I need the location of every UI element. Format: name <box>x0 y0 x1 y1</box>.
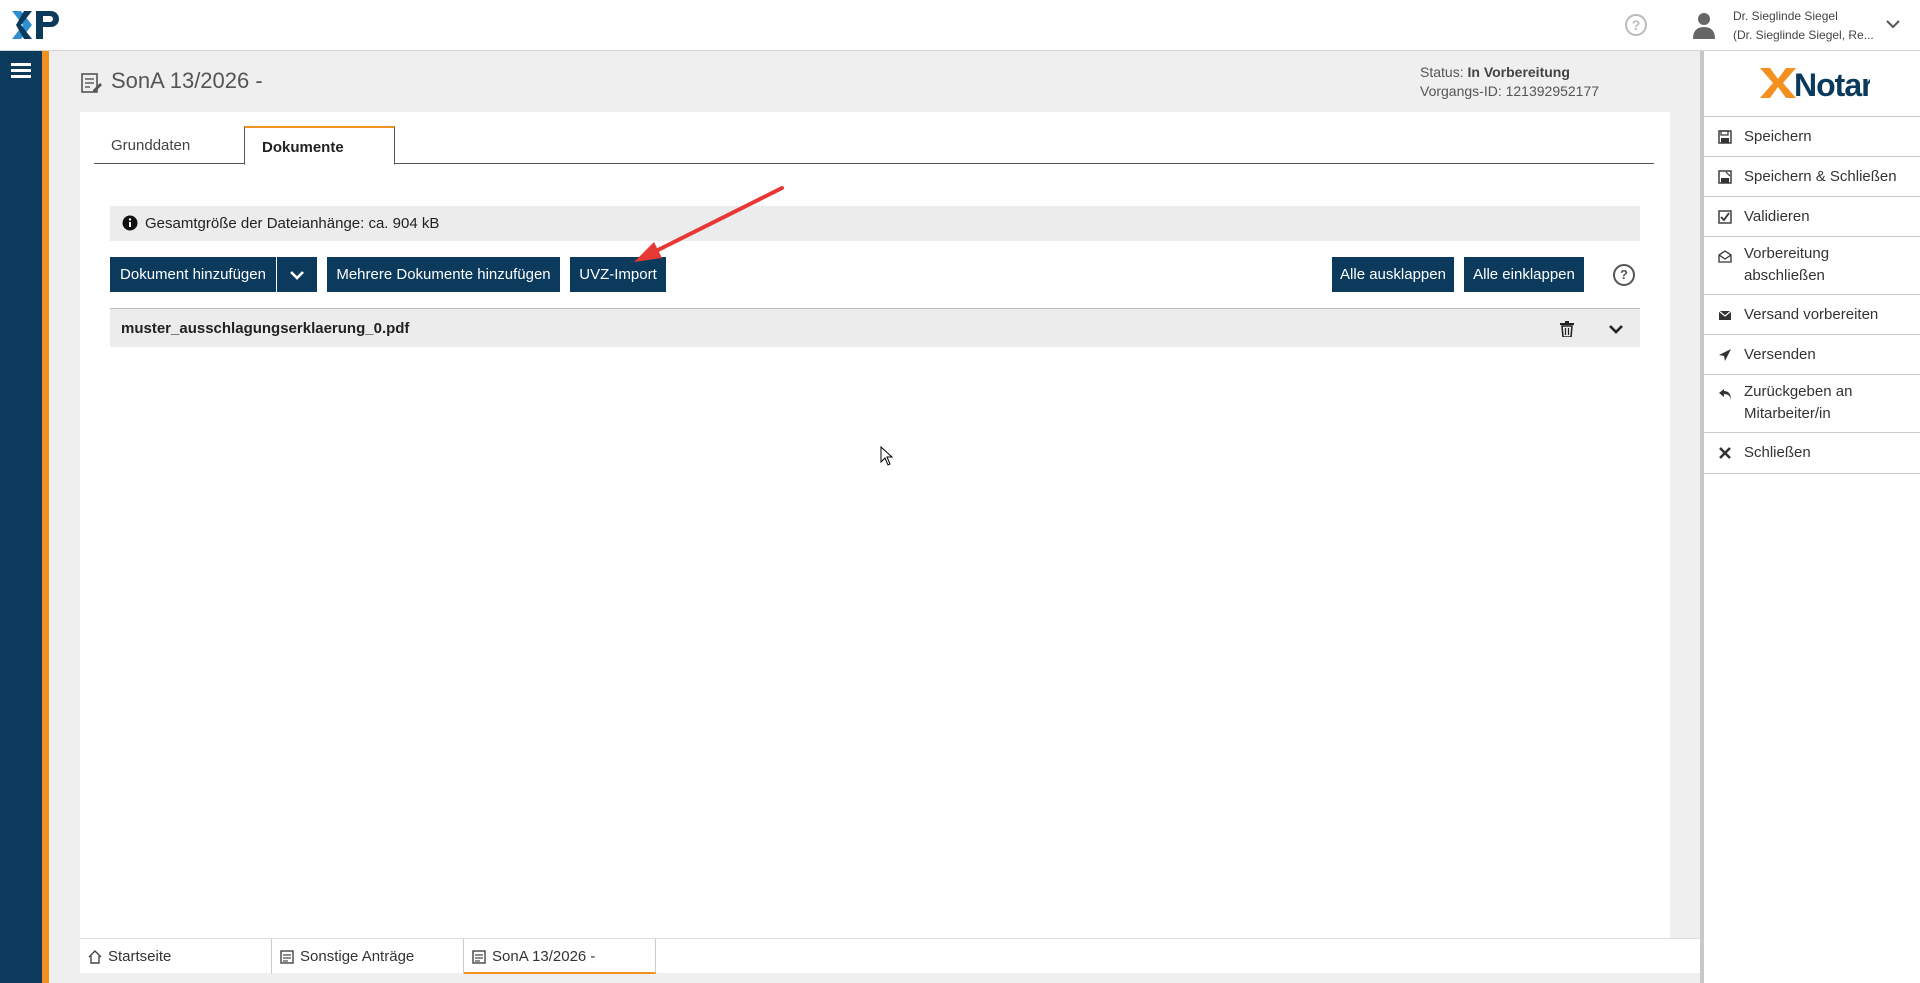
sidebar-item-label: Schließen <box>1744 444 1811 461</box>
expand-all-button[interactable]: Alle ausklappen <box>1332 257 1454 292</box>
tab-dokumente[interactable]: Dokumente <box>244 126 395 165</box>
tab-grunddaten[interactable]: Grunddaten <box>94 126 244 164</box>
document-name: muster_ausschlagungserklaerung_0.pdf <box>121 320 410 337</box>
document-list-icon <box>280 950 294 964</box>
add-document-button[interactable]: Dokument hinzufügen <box>110 257 276 292</box>
paper-plane-icon <box>1719 349 1731 361</box>
annotation-arrow <box>634 186 784 262</box>
collapse-all-button[interactable]: Alle einklappen <box>1464 257 1584 292</box>
bottom-tab-startseite[interactable]: Startseite <box>80 939 272 974</box>
sidebar-item-label: Speichern & Schließen <box>1744 168 1897 185</box>
attachment-size-info: Gesamtgröße der Dateianhänge: ca. 904 kB <box>110 206 1640 241</box>
user-name-line1: Dr. Sieglinde Siegel <box>1733 9 1838 23</box>
sidebar-save-close[interactable]: Speichern & Schließen <box>1704 156 1920 196</box>
vorgang-label: Vorgangs-ID: <box>1420 83 1502 99</box>
envelope-icon <box>1718 310 1732 320</box>
sidebar-prepare-sending[interactable]: Versand vorbereiten <box>1704 294 1920 334</box>
bottom-tab-label: SonA 13/2026 - <box>492 948 596 965</box>
home-icon <box>88 950 102 964</box>
sidebar-validate[interactable]: Validieren <box>1704 196 1920 236</box>
reply-icon <box>1719 389 1731 400</box>
left-nav-accent <box>42 51 49 983</box>
sidebar-item-label: Zurückgeben an Mitarbeiter/in <box>1744 383 1853 422</box>
save-icon <box>1718 130 1732 144</box>
status-value: In Vorbereitung <box>1467 64 1570 80</box>
sidebar-item-label: Versenden <box>1744 346 1816 363</box>
xp-logo[interactable] <box>12 9 62 41</box>
status-label: Status: <box>1420 64 1464 80</box>
status-block: Status: In Vorbereitung Vorgangs-ID: 121… <box>1420 63 1599 101</box>
document-list-icon <box>472 950 486 964</box>
hamburger-menu-icon[interactable] <box>11 63 31 79</box>
page-title: SonA 13/2026 - <box>111 68 263 93</box>
bottom-tab-label: Sonstige Anträge <box>300 948 415 965</box>
sidebar-item-label: Versand vorbereiten <box>1744 306 1879 323</box>
sidebar-item-label: Speichern <box>1744 128 1812 145</box>
help-icon[interactable]: ? <box>1613 264 1635 286</box>
checkbox-icon <box>1718 210 1732 224</box>
save-close-icon <box>1718 170 1732 184</box>
user-name[interactable]: Dr. Sieglinde Siegel (Dr. Sieglinde Sieg… <box>1733 7 1874 45</box>
envelope-open-icon <box>1718 250 1732 263</box>
sidebar-send[interactable]: Versenden <box>1704 334 1920 374</box>
bottom-tab-sonstige-antraege[interactable]: Sonstige Anträge <box>272 939 464 974</box>
vorgang-id: 121392952177 <box>1505 83 1600 99</box>
user-name-line2: (Dr. Sieglinde Siegel, Re... <box>1733 28 1874 42</box>
sidebar-return-to-staff[interactable]: Zurückgeben an Mitarbeiter/in <box>1704 374 1920 432</box>
xnotar-logo: Notar <box>1760 67 1870 100</box>
sidebar-item-label: Validieren <box>1744 208 1810 225</box>
chevron-down-icon <box>290 271 304 280</box>
chevron-down-icon[interactable] <box>1884 15 1902 33</box>
bottom-tab-sona[interactable]: SonA 13/2026 - <box>464 939 656 974</box>
trash-icon[interactable] <box>1560 321 1574 337</box>
document-edit-icon <box>81 73 102 93</box>
close-icon <box>1719 447 1731 459</box>
info-icon <box>122 215 138 231</box>
chevron-down-icon[interactable] <box>1608 321 1624 337</box>
add-document-dropdown-button[interactable] <box>277 257 317 292</box>
bottom-tab-label: Startseite <box>108 948 172 965</box>
bottom-tab-bar: Startseite Sonstige Anträge SonA 13/2026… <box>80 938 1858 974</box>
attachment-size-text: Gesamtgröße der Dateianhänge: ca. 904 kB <box>145 215 440 232</box>
document-row[interactable]: muster_ausschlagungserklaerung_0.pdf <box>110 308 1640 347</box>
user-icon[interactable] <box>1692 11 1716 39</box>
svg-text:Notar: Notar <box>1794 67 1870 100</box>
top-bar: ? Dr. Sieglinde Siegel (Dr. Sieglinde Si… <box>0 0 1920 51</box>
help-icon[interactable]: ? <box>1625 14 1647 36</box>
tab-bar: Grunddaten Dokumente <box>94 126 1654 165</box>
sidebar-save[interactable]: Speichern <box>1704 116 1920 156</box>
left-nav <box>0 51 42 983</box>
sidebar-finish-preparation[interactable]: Vorbereitung abschließen <box>1704 236 1920 294</box>
sidebar-close[interactable]: Schließen <box>1704 432 1920 474</box>
sidebar-item-label: Vorbereitung abschließen <box>1744 245 1830 284</box>
mouse-cursor-icon <box>880 446 894 466</box>
add-multiple-documents-button[interactable]: Mehrere Dokumente hinzufügen <box>327 257 560 292</box>
